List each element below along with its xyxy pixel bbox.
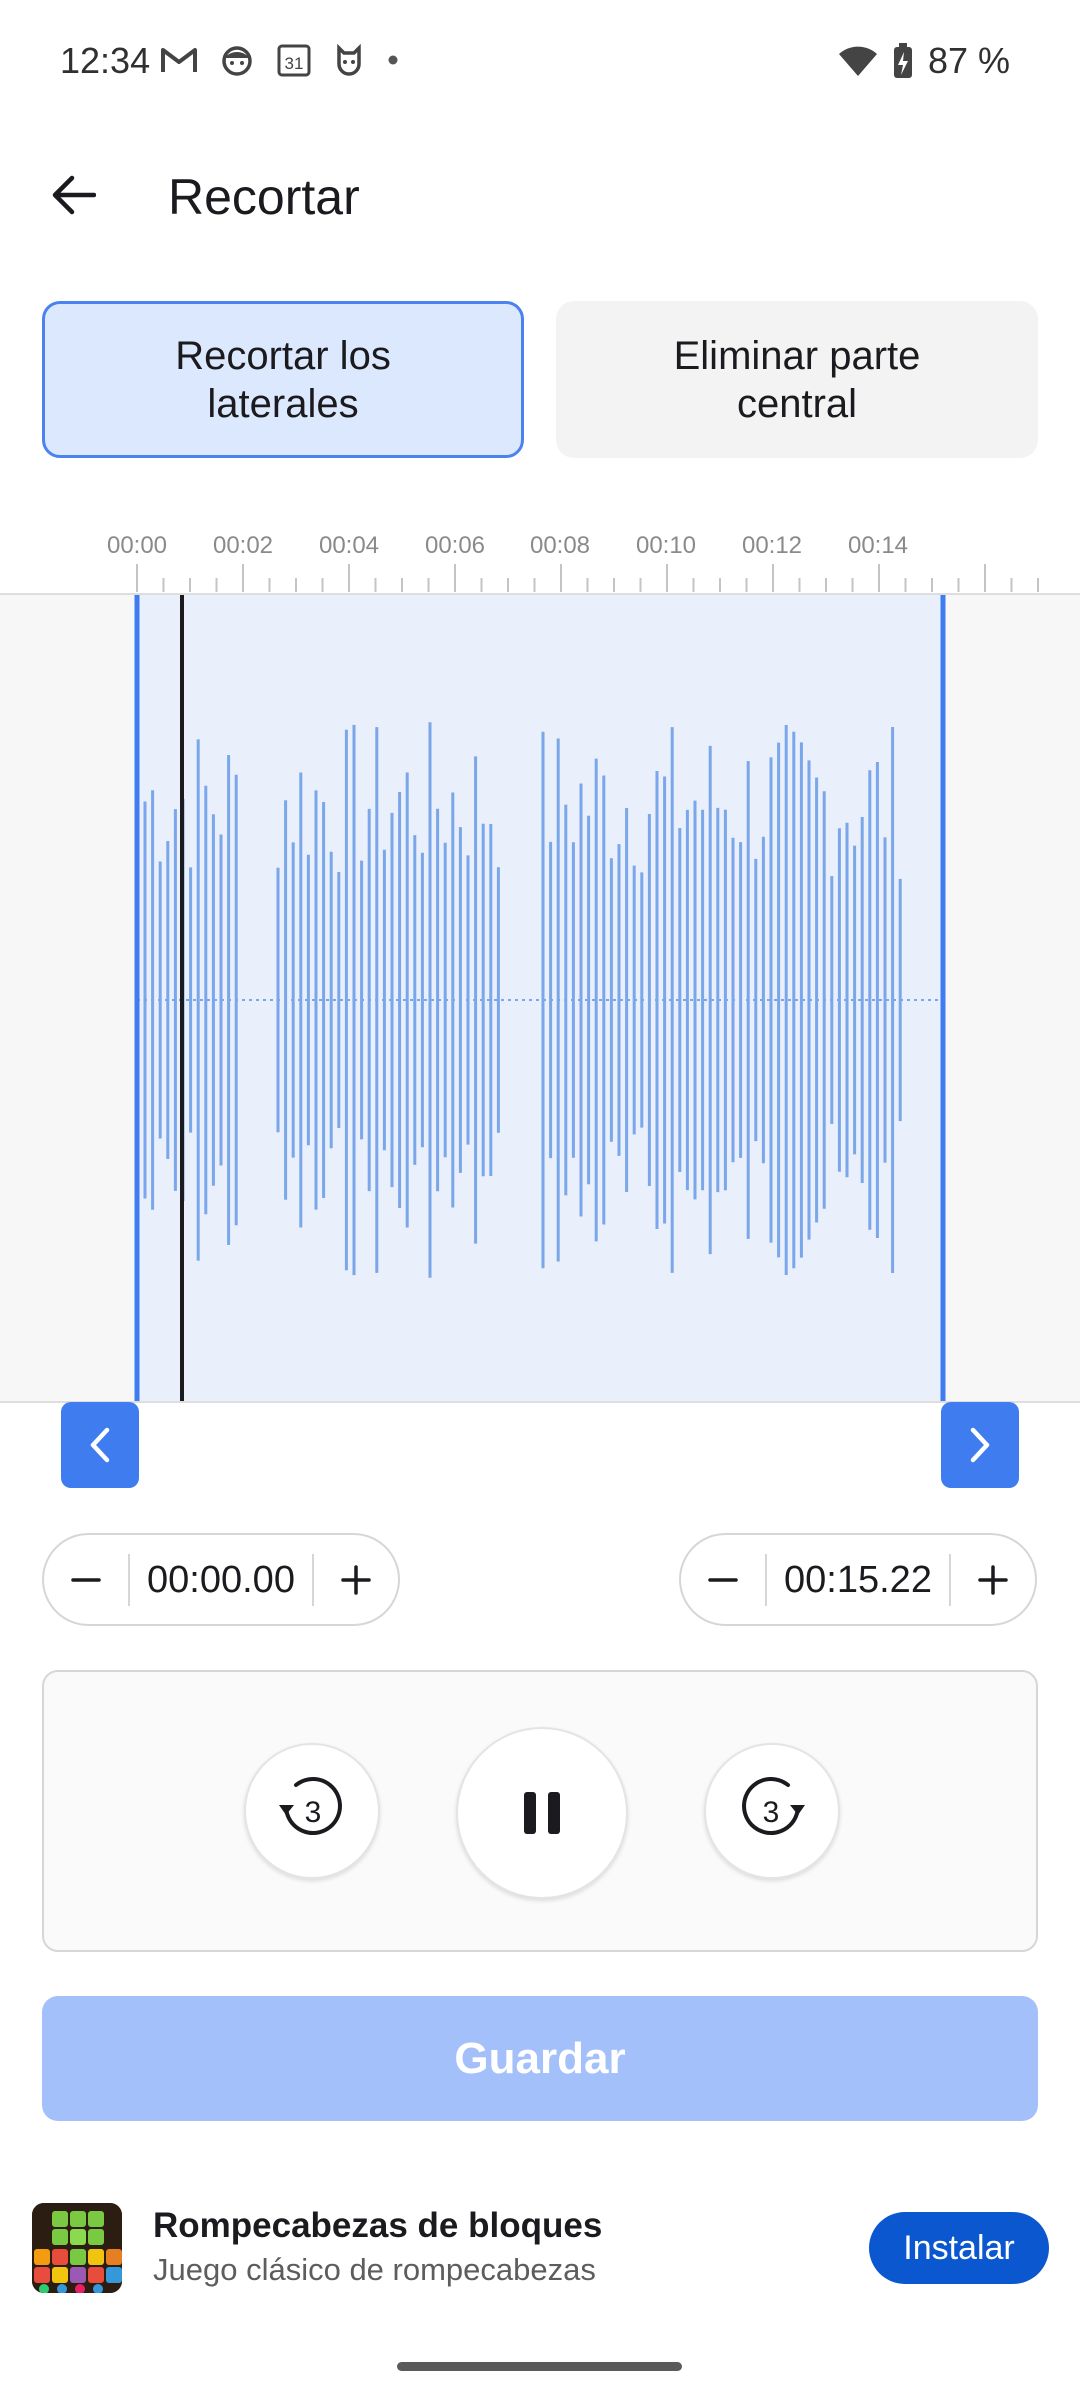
plus-icon (341, 1564, 371, 1595)
plus-icon (978, 1564, 1008, 1595)
calendar-day: 31 (285, 54, 304, 73)
battery-charging-icon (893, 43, 912, 78)
pause-button[interactable] (456, 1727, 628, 1899)
calendar-icon: 31 (277, 44, 311, 77)
minus-icon (71, 1577, 101, 1582)
trim-sides-button[interactable]: Recortar los laterales (42, 301, 524, 458)
start-increment-button[interactable] (314, 1535, 398, 1624)
waveform (134, 595, 946, 1401)
start-time-stepper: 00:00.00 (42, 1533, 400, 1626)
ad-subtitle: Juego clásico de rompecabezas (153, 2252, 596, 2287)
battery-percent: 87 % (927, 40, 1010, 81)
start-decrement-button[interactable] (44, 1535, 128, 1624)
status-bar: 12:34 31 87 % (0, 0, 1080, 125)
block-puzzle-icon (32, 2203, 122, 2293)
trim-sides-label: Recortar los laterales (175, 333, 391, 426)
chevron-left-icon (90, 1427, 110, 1463)
forward-3-icon: 3 (742, 1777, 805, 1835)
install-button[interactable]: Instalar (869, 2212, 1049, 2284)
trim-start-handle[interactable] (61, 1402, 139, 1488)
wifi-icon (838, 46, 877, 76)
page-title: Recortar (168, 169, 360, 225)
end-time-stepper: 00:15.22 (679, 1533, 1037, 1626)
notification-icons: 31 (160, 42, 400, 78)
minus-icon (708, 1577, 738, 1582)
dot-icon (388, 55, 398, 65)
face-icon (222, 46, 252, 76)
chevron-right-icon (970, 1427, 990, 1463)
forward-seconds: 3 (763, 1796, 780, 1829)
arrow-back-icon (52, 175, 96, 215)
selection-region (137, 595, 943, 1401)
time-ruler: 00:00 00:02 00:04 00:06 00:08 00:10 00:1… (0, 520, 1080, 594)
pause-icon (524, 1792, 560, 1834)
rewind-button[interactable]: 3 (244, 1743, 380, 1879)
end-decrement-button[interactable] (681, 1535, 765, 1624)
ruler-ticks (136, 564, 1039, 592)
save-button[interactable]: Guardar (42, 1996, 1038, 2121)
remove-middle-button[interactable]: Eliminar parte central (556, 301, 1038, 458)
trim-end-handle[interactable] (941, 1402, 1019, 1488)
back-button[interactable] (38, 160, 108, 230)
ad-app-icon[interactable] (32, 2203, 122, 2293)
rewind-seconds: 3 (305, 1796, 322, 1829)
status-time: 12:34 (60, 40, 151, 81)
start-time-value[interactable]: 00:00.00 (128, 1553, 314, 1606)
system-icons: 87 % (838, 40, 1010, 82)
gesture-handle[interactable] (397, 2362, 682, 2371)
end-increment-button[interactable] (951, 1535, 1035, 1624)
gmail-icon (161, 48, 197, 72)
player-controls: 3 3 (42, 1670, 1038, 1952)
forward-button[interactable]: 3 (704, 1743, 840, 1879)
remove-middle-label: Eliminar parte central (673, 333, 921, 426)
waveform-area[interactable] (0, 593, 1080, 1403)
replay-3-icon: 3 (279, 1777, 342, 1835)
ad-title[interactable]: Rompecabezas de bloques (153, 2206, 602, 2246)
mi-icon (337, 44, 361, 76)
end-time-value[interactable]: 00:15.22 (765, 1553, 951, 1606)
